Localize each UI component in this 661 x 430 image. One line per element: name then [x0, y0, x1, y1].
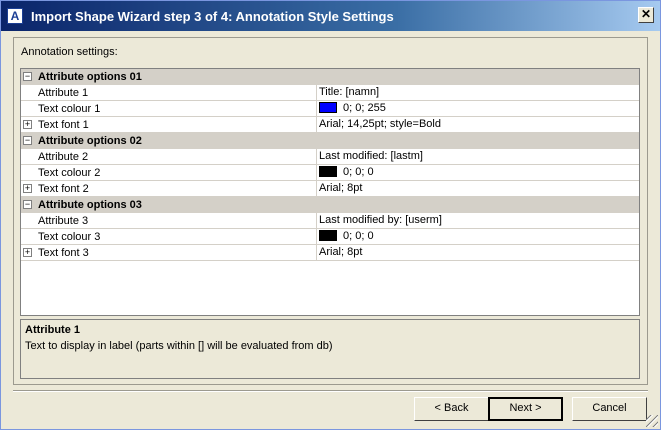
category-label: Attribute options 01: [38, 71, 142, 83]
property-row[interactable]: Text colour 1 0; 0; 255: [21, 101, 639, 117]
property-grid[interactable]: − Attribute options 01 Attribute 1 Title: […: [20, 68, 640, 316]
property-row[interactable]: Attribute 3 Last modified by: [userm]: [21, 213, 639, 229]
category-row[interactable]: − Attribute options 03: [21, 197, 639, 213]
property-value-text: Last modified by: [userm]: [319, 214, 442, 226]
property-row[interactable]: Text colour 2 0; 0; 0: [21, 165, 639, 181]
next-button[interactable]: Next >: [488, 397, 563, 421]
property-value[interactable]: Last modified: [lastm]: [316, 149, 639, 165]
property-value-text: Last modified: [lastm]: [319, 150, 423, 162]
close-button[interactable]: ✕: [638, 7, 654, 23]
property-name: Text colour 3: [38, 231, 101, 243]
annotation-settings-label: Annotation settings:: [21, 46, 118, 58]
property-value[interactable]: Arial; 8pt: [316, 245, 639, 261]
cancel-button[interactable]: Cancel: [572, 397, 647, 421]
property-value[interactable]: 0; 0; 0: [316, 229, 639, 245]
color-swatch: [319, 101, 337, 113]
property-value-text: 0; 0; 0: [343, 230, 374, 242]
property-value[interactable]: Arial; 8pt: [316, 181, 639, 197]
collapse-icon[interactable]: −: [23, 136, 32, 145]
property-row[interactable]: Attribute 1 Title: [namn]: [21, 85, 639, 101]
property-value[interactable]: Title: [namn]: [316, 85, 639, 101]
property-value-text: Arial; 8pt: [319, 246, 363, 258]
property-name: Attribute 1: [38, 87, 89, 99]
color-swatch: [319, 165, 337, 177]
collapse-icon[interactable]: −: [23, 72, 32, 81]
property-row[interactable]: Attribute 2 Last modified: [lastm]: [21, 149, 639, 165]
property-value-text: Arial; 14,25pt; style=Bold: [319, 118, 441, 130]
property-name: Text font 3: [38, 247, 89, 259]
expand-icon[interactable]: +: [23, 248, 32, 257]
property-row[interactable]: + Text font 3 Arial; 8pt: [21, 245, 639, 261]
property-row[interactable]: + Text font 1 Arial; 14,25pt; style=Bold: [21, 117, 639, 133]
color-swatch: [319, 229, 337, 241]
expand-icon[interactable]: +: [23, 120, 32, 129]
property-value[interactable]: Arial; 14,25pt; style=Bold: [316, 117, 639, 133]
property-value[interactable]: 0; 0; 255: [316, 101, 639, 117]
property-name: Text font 2: [38, 183, 89, 195]
description-title: Attribute 1: [25, 324, 80, 336]
property-row[interactable]: Text colour 3 0; 0; 0: [21, 229, 639, 245]
window-title: Import Shape Wizard step 3 of 4: Annotat…: [31, 9, 394, 24]
property-name: Text font 1: [38, 119, 89, 131]
property-name: Text colour 1: [38, 103, 101, 115]
resize-grip-icon[interactable]: [646, 415, 658, 427]
property-value[interactable]: Last modified by: [userm]: [316, 213, 639, 229]
property-value[interactable]: 0; 0; 0: [316, 165, 639, 181]
property-row[interactable]: + Text font 2 Arial; 8pt: [21, 181, 639, 197]
description-text: Text to display in label (parts within […: [25, 340, 333, 352]
description-panel: Attribute 1 Text to display in label (pa…: [20, 319, 640, 379]
back-button[interactable]: < Back: [414, 397, 489, 421]
property-name: Attribute 3: [38, 215, 89, 227]
title-bar[interactable]: A Import Shape Wizard step 3 of 4: Annot…: [1, 1, 660, 31]
category-label: Attribute options 02: [38, 135, 142, 147]
property-name: Text colour 2: [38, 167, 101, 179]
collapse-icon[interactable]: −: [23, 200, 32, 209]
property-name: Attribute 2: [38, 151, 89, 163]
divider: [13, 390, 648, 392]
property-value-text: Arial; 8pt: [319, 182, 363, 194]
category-label: Attribute options 03: [38, 199, 142, 211]
property-value-text: 0; 0; 255: [343, 102, 386, 114]
property-value-text: Title: [namn]: [319, 86, 380, 98]
app-icon: A: [7, 8, 23, 24]
expand-icon[interactable]: +: [23, 184, 32, 193]
wizard-window: A Import Shape Wizard step 3 of 4: Annot…: [0, 0, 661, 430]
category-row[interactable]: − Attribute options 01: [21, 69, 639, 85]
property-value-text: 0; 0; 0: [343, 166, 374, 178]
category-row[interactable]: − Attribute options 02: [21, 133, 639, 149]
